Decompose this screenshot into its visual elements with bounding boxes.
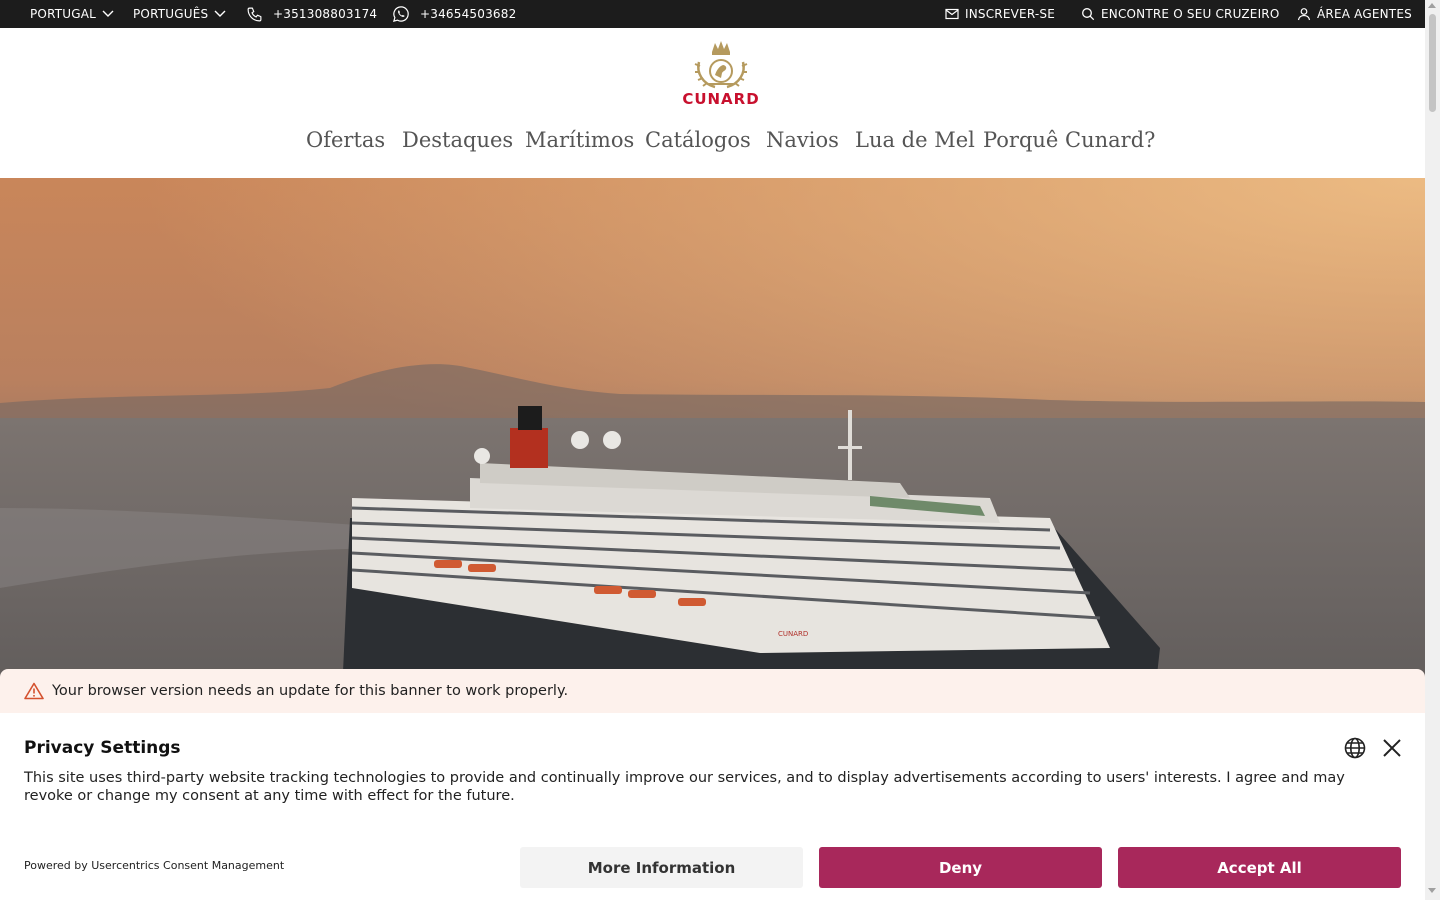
subscribe-link[interactable]: INSCREVER-SE	[945, 0, 1055, 28]
search-icon	[1082, 8, 1095, 21]
whatsapp-link[interactable]: +34654503682	[392, 0, 516, 28]
nav-maritimos[interactable]: Marítimos	[525, 128, 634, 152]
more-information-button[interactable]: More Information	[520, 847, 803, 888]
accept-all-button[interactable]: Accept All	[1118, 847, 1401, 888]
close-icon[interactable]	[1381, 737, 1403, 759]
whatsapp-icon	[393, 6, 409, 22]
scroll-up-arrow-icon[interactable]	[1428, 3, 1436, 8]
nav-porque-cunard[interactable]: Porquê Cunard?	[983, 128, 1155, 152]
subscribe-label: INSCREVER-SE	[965, 7, 1056, 21]
nav-ofertas[interactable]: Ofertas	[306, 128, 385, 152]
nav-lua-de-mel[interactable]: Lua de Mel	[855, 128, 975, 152]
country-label: PORTUGAL	[30, 7, 97, 21]
privacy-banner: Privacy Settings This site uses third-pa…	[0, 713, 1425, 900]
site-header: CUNARD Ofertas Destaques Marítimos Catál…	[0, 28, 1425, 178]
warning-icon	[24, 682, 44, 700]
logo-text: CUNARD	[682, 90, 760, 108]
page: PORTUGAL PORTUGUÊS +351308803174 +346545…	[0, 0, 1425, 900]
nav-navios[interactable]: Navios	[766, 128, 839, 152]
cunard-logo[interactable]: CUNARD	[679, 40, 763, 108]
phone-icon	[247, 7, 262, 21]
phone-link[interactable]: +351308803174	[246, 0, 377, 28]
ship-name: CUNARD	[778, 630, 808, 638]
agents-link[interactable]: ÁREA AGENTES	[1297, 0, 1412, 28]
find-cruise-label: ENCONTRE O SEU CRUZEIRO	[1101, 7, 1280, 21]
language-globe-icon[interactable]	[1343, 736, 1367, 760]
mail-icon	[945, 8, 959, 20]
chevron-down-icon	[102, 10, 114, 17]
whatsapp-number: +34654503682	[420, 7, 517, 21]
utility-bar: PORTUGAL PORTUGUÊS +351308803174 +346545…	[0, 0, 1425, 28]
phone-number: +351308803174	[273, 7, 378, 21]
deny-button[interactable]: Deny	[819, 847, 1102, 888]
nav-catalogos[interactable]: Catálogos	[645, 128, 751, 152]
privacy-text: This site uses third-party website track…	[24, 770, 1345, 804]
chevron-down-icon	[214, 10, 226, 17]
page-scrollbar[interactable]	[1425, 0, 1440, 900]
agents-label: ÁREA AGENTES	[1317, 7, 1412, 21]
nav-destaques[interactable]: Destaques	[402, 128, 513, 152]
scroll-down-arrow-icon[interactable]	[1428, 888, 1436, 893]
powered-by[interactable]: Powered by Usercentrics Consent Manageme…	[24, 859, 284, 872]
crest-icon	[694, 41, 748, 89]
scrollbar-thumb[interactable]	[1429, 14, 1436, 112]
language-label: PORTUGUÊS	[133, 7, 209, 21]
user-icon	[1297, 8, 1311, 21]
warning-text: Your browser version needs an update for…	[52, 683, 569, 699]
country-selector[interactable]: PORTUGAL	[30, 0, 114, 28]
privacy-title: Privacy Settings	[24, 738, 181, 758]
browser-warning: Your browser version needs an update for…	[0, 669, 1425, 713]
main-nav: Ofertas Destaques Marítimos Catálogos Na…	[0, 128, 1425, 162]
find-cruise-link[interactable]: ENCONTRE O SEU CRUZEIRO	[1081, 0, 1280, 28]
language-selector[interactable]: PORTUGUÊS	[133, 0, 226, 28]
